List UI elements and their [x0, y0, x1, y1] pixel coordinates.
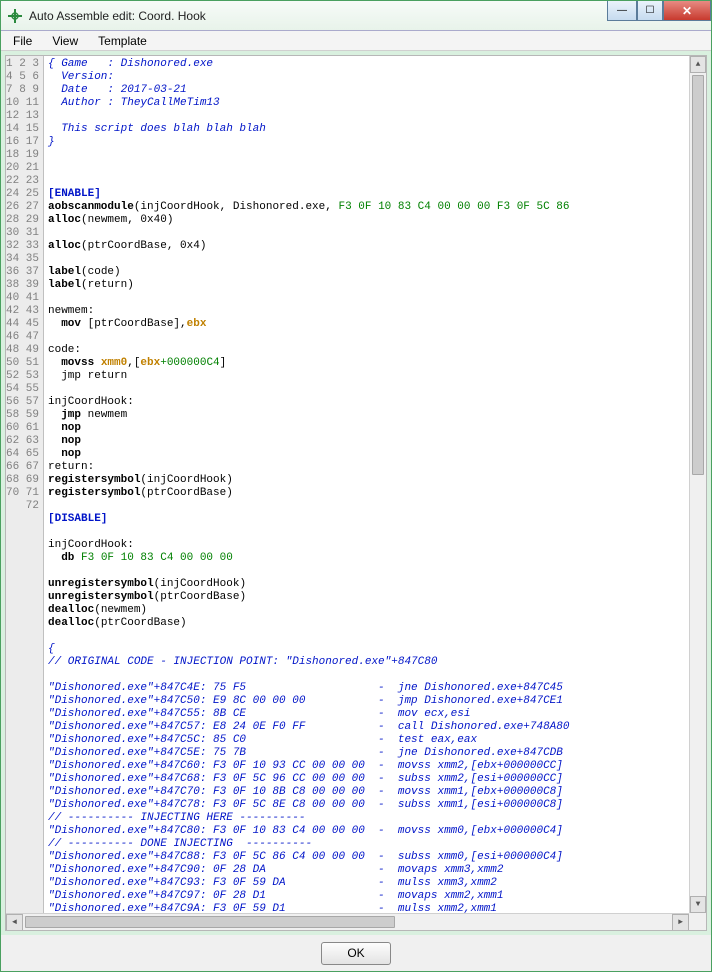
- close-button[interactable]: ✕: [663, 1, 711, 21]
- horizontal-scrollbar[interactable]: ◄ ►: [6, 913, 689, 930]
- app-icon: [7, 8, 23, 24]
- hscroll-thumb[interactable]: [25, 916, 395, 928]
- ok-button[interactable]: OK: [321, 942, 391, 965]
- editor-panel: 1 2 3 4 5 6 7 8 9 10 11 12 13 14 15 16 1…: [5, 55, 707, 931]
- line-number-gutter: 1 2 3 4 5 6 7 8 9 10 11 12 13 14 15 16 1…: [6, 56, 44, 913]
- titlebar[interactable]: Auto Assemble edit: Coord. Hook — ☐ ✕: [1, 1, 711, 31]
- scroll-up-button[interactable]: ▲: [690, 56, 706, 73]
- menu-template[interactable]: Template: [90, 32, 155, 50]
- window-title: Auto Assemble edit: Coord. Hook: [29, 9, 206, 23]
- window-controls: — ☐ ✕: [607, 1, 711, 21]
- maximize-button[interactable]: ☐: [637, 1, 663, 21]
- minimize-button[interactable]: —: [607, 1, 637, 21]
- code-content[interactable]: { Game : Dishonored.exe Version: Date : …: [44, 56, 689, 913]
- menu-file[interactable]: File: [5, 32, 40, 50]
- code-editor[interactable]: 1 2 3 4 5 6 7 8 9 10 11 12 13 14 15 16 1…: [6, 56, 706, 930]
- vscroll-thumb[interactable]: [692, 75, 704, 475]
- scroll-left-button[interactable]: ◄: [6, 914, 23, 930]
- menu-view[interactable]: View: [44, 32, 86, 50]
- menubar: File View Template: [1, 31, 711, 51]
- scroll-right-button[interactable]: ►: [672, 914, 689, 930]
- vertical-scrollbar[interactable]: ▲ ▼: [689, 56, 706, 913]
- footer: OK: [1, 935, 711, 971]
- scroll-down-button[interactable]: ▼: [690, 896, 706, 913]
- app-window: Auto Assemble edit: Coord. Hook — ☐ ✕ Fi…: [0, 0, 712, 972]
- scroll-corner: [689, 913, 706, 930]
